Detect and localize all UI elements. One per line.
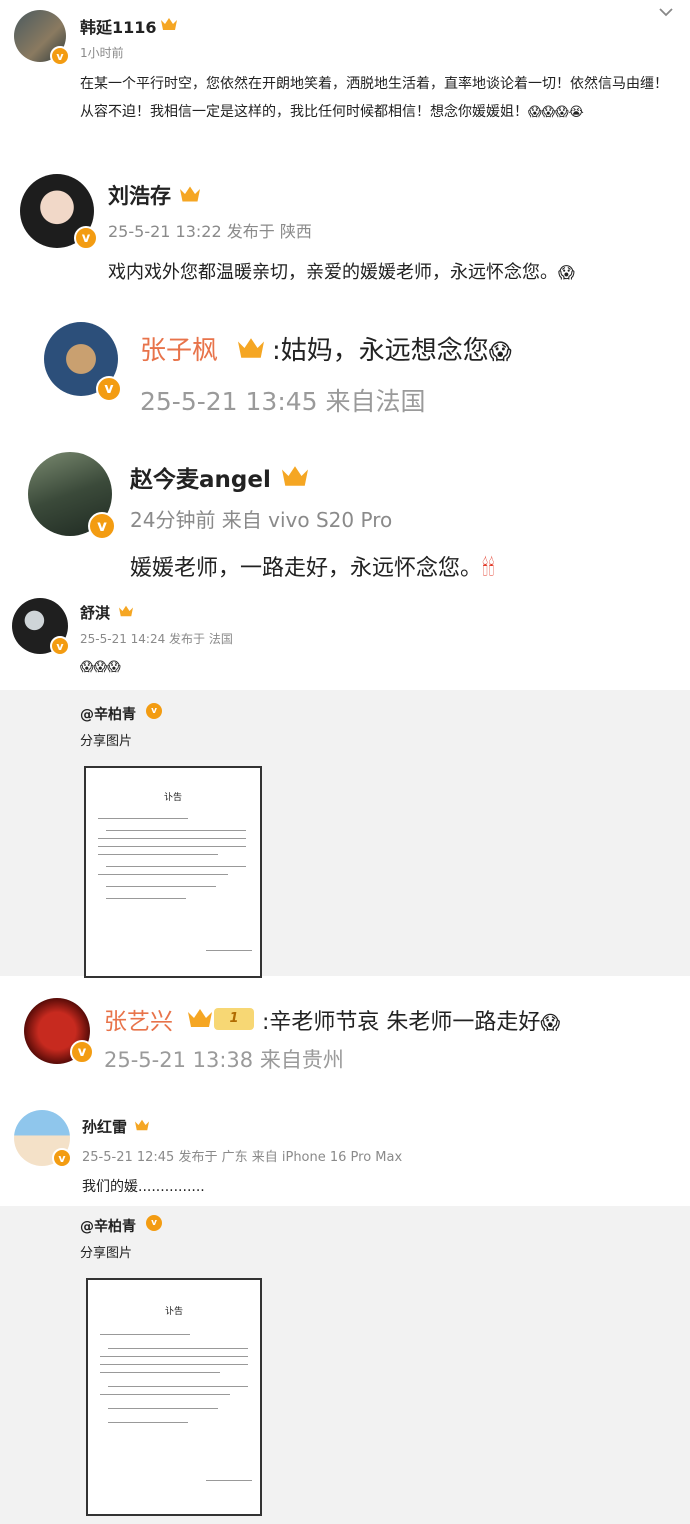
verified-icon: v — [146, 703, 162, 719]
post-text: 在某一个平行时空，您依然在开朗地笑着，洒脱地生活着，直率地谈论着一切！依然信马由… — [80, 70, 680, 127]
emoji-cry-icon: 😱 — [540, 1012, 561, 1034]
post-time: 25-5-21 12:45 发布于 广东 来自 iPhone 16 Pro Ma… — [82, 1150, 403, 1165]
verified-icon: v — [50, 636, 70, 656]
doc-line — [100, 1334, 190, 1335]
post-text: 媛媛老师，一路走好，永远怀念您。🕯🕯 — [130, 550, 495, 582]
share-caption: 分享图片 — [80, 1246, 133, 1261]
crown-icon — [135, 1119, 149, 1131]
post-time: 1小时前 — [80, 46, 124, 60]
vip-level-badge: 1 — [214, 1008, 254, 1030]
doc-line — [98, 818, 188, 819]
user-name[interactable]: 韩延1116 — [80, 14, 157, 38]
chevron-down-icon[interactable] — [658, 6, 674, 18]
obituary-image[interactable]: 讣告 — [86, 1278, 262, 1516]
comment-body: :姑妈，永远想念您 — [272, 336, 489, 366]
user-name[interactable]: 刘浩存 — [108, 180, 171, 210]
post-text: 我们的媛............... — [82, 1179, 205, 1195]
doc-line — [100, 1364, 248, 1365]
verified-icon: v — [88, 512, 116, 540]
obituary-image[interactable]: 讣告 — [84, 766, 262, 978]
verified-icon: v — [70, 1040, 94, 1064]
share-author[interactable]: @辛柏青 — [80, 1216, 136, 1236]
user-name[interactable]: 张子枫 — [140, 330, 218, 367]
emoji-cry-icon: 😱😱😱 — [80, 660, 121, 675]
doc-line — [108, 1386, 248, 1387]
comment-text: :辛老师节哀 朱老师一路走好😱 — [262, 1004, 560, 1036]
doc-line — [100, 1394, 230, 1395]
comment-body: :辛老师节哀 朱老师一路走好 — [262, 1010, 541, 1035]
user-name[interactable]: 孙红雷 — [82, 1116, 127, 1137]
comment-text: :姑妈，永远想念您😱 — [272, 330, 512, 367]
crown-icon — [188, 1009, 212, 1027]
crown-icon — [119, 605, 133, 617]
emoji-cry-icon: 😱 — [488, 340, 512, 365]
verified-icon: v — [146, 1215, 162, 1231]
doc-line — [106, 866, 246, 867]
doc-line — [206, 950, 252, 951]
crown-icon — [282, 466, 308, 486]
doc-line — [100, 1372, 220, 1373]
doc-line — [98, 838, 246, 839]
verified-icon: v — [74, 226, 98, 250]
user-name[interactable]: 赵今麦angel — [130, 460, 271, 494]
post-time: 25-5-21 13:38 来自贵州 — [104, 1048, 344, 1072]
user-name[interactable]: 舒淇 — [80, 602, 110, 623]
post-time: 25-5-21 13:22 发布于 陕西 — [108, 222, 312, 241]
crown-icon — [180, 186, 200, 202]
verified-icon: v — [50, 46, 70, 66]
doc-line — [108, 1348, 248, 1349]
post-text: 戏内戏外您都温暖亲切，亲爱的媛媛老师，永远怀念您。😱 — [108, 258, 575, 284]
doc-line — [100, 1356, 248, 1357]
post-time: 25-5-21 14:24 发布于 法国 — [80, 632, 233, 646]
post-body: 媛媛老师，一路走好，永远怀念您。 — [130, 556, 483, 581]
doc-line — [98, 846, 246, 847]
doc-line — [98, 874, 228, 875]
doc-line — [206, 1480, 252, 1481]
doc-line — [98, 854, 218, 855]
doc-title: 讣告 — [163, 793, 182, 803]
crown-icon — [238, 338, 264, 358]
verified-icon: v — [96, 376, 122, 402]
crown-icon — [161, 18, 177, 30]
doc-line — [106, 886, 216, 887]
emoji-cry-icon: 😱😱😱😭 — [528, 105, 584, 120]
doc-line — [108, 1422, 188, 1423]
post-body: 戏内戏外您都温暖亲切，亲爱的媛媛老师，永远怀念您。 — [108, 262, 558, 283]
verified-icon: v — [52, 1148, 72, 1168]
user-name[interactable]: 张艺兴 — [104, 1002, 173, 1036]
doc-line — [106, 898, 186, 899]
doc-line — [106, 830, 246, 831]
emoji-cry-icon: 😱 — [558, 263, 575, 282]
candle-icon: 🕯🕯 — [482, 556, 495, 581]
doc-line — [108, 1408, 218, 1409]
share-author[interactable]: @辛柏青 — [80, 704, 136, 724]
post-time: 24分钟前 来自 vivo S20 Pro — [130, 508, 393, 532]
post-time: 25-5-21 13:45 来自法国 — [140, 387, 426, 416]
doc-title: 讣告 — [164, 1307, 183, 1317]
share-caption: 分享图片 — [80, 734, 133, 749]
